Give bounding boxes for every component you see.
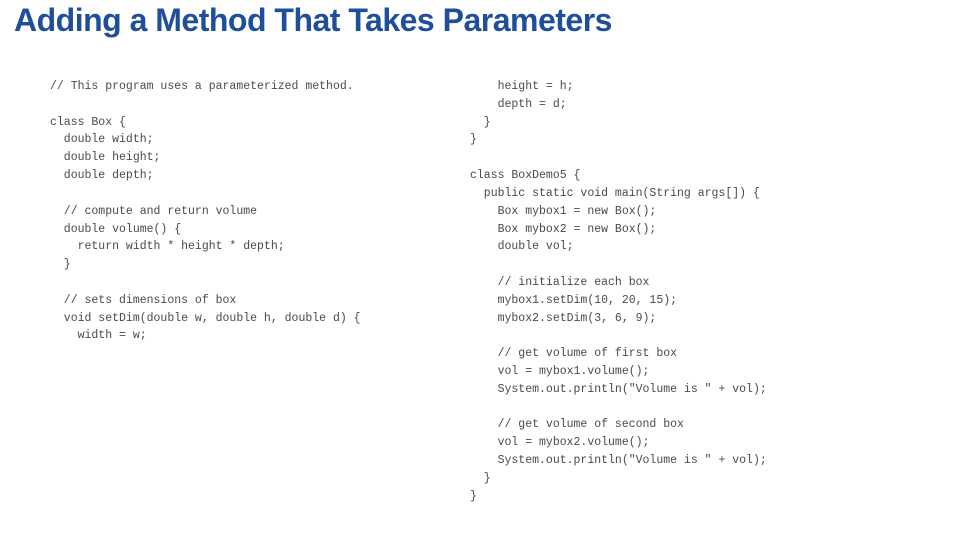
- code-column-left: // This program uses a parameterized met…: [50, 78, 470, 520]
- code-area: // This program uses a parameterized met…: [50, 78, 930, 520]
- page-title: Adding a Method That Takes Parameters: [14, 2, 612, 39]
- code-column-right: height = h; depth = d; } } class BoxDemo…: [470, 78, 930, 520]
- slide: Adding a Method That Takes Parameters //…: [0, 0, 960, 540]
